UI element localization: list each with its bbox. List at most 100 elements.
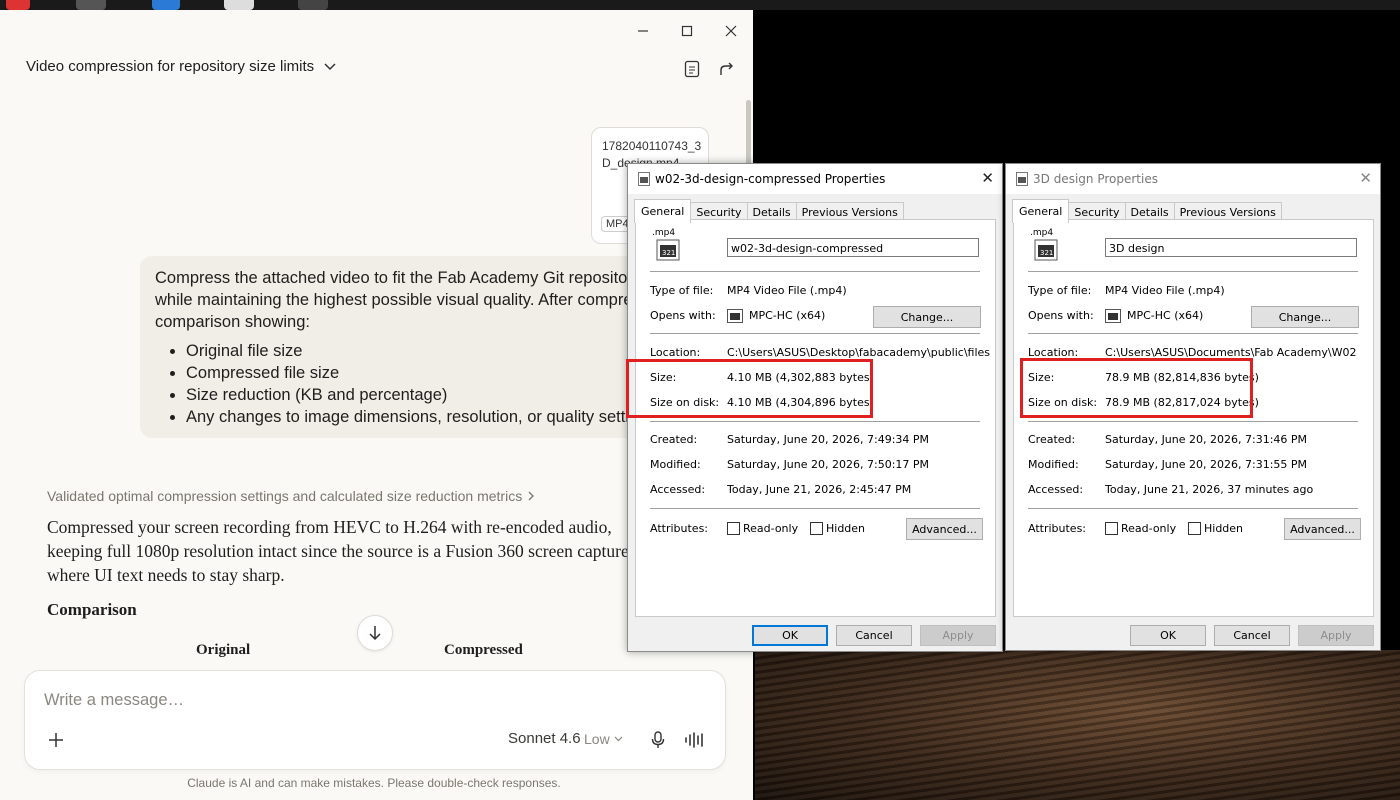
read-only-checkbox[interactable] <box>1105 522 1118 535</box>
mpc-hc-icon <box>1105 309 1121 323</box>
size-highlight-box <box>1020 358 1253 418</box>
modified-value: Saturday, June 20, 2026, 7:50:17 PM <box>727 458 930 471</box>
conversation-title-text: Video compression for repository size li… <box>26 58 315 75</box>
table-header-compressed: Compressed <box>444 642 523 658</box>
dialog-titlebar[interactable]: 3D design Properties ✕ <box>1006 164 1380 194</box>
opens-with-value: MPC-HC (x64) <box>1127 309 1204 322</box>
divider <box>650 508 980 509</box>
created-label: Created: <box>1028 433 1076 446</box>
desktop-wallpaper <box>755 650 1400 800</box>
app-icon-gray[interactable] <box>76 0 106 10</box>
advanced-button[interactable]: Advanced... <box>1284 518 1361 540</box>
share-icon[interactable] <box>716 58 738 80</box>
change-button[interactable]: Change... <box>1251 306 1359 328</box>
close-icon[interactable] <box>709 16 753 46</box>
scroll-to-bottom-button[interactable] <box>357 615 393 651</box>
app-icon-red[interactable] <box>6 0 30 10</box>
chevron-down-icon <box>614 736 623 742</box>
hidden-checkbox[interactable] <box>810 522 823 535</box>
thinking-summary[interactable]: Validated optimal compression settings a… <box>47 488 535 504</box>
assistant-response: Compressed your screen recording from HE… <box>47 517 629 585</box>
minimize-icon[interactable] <box>621 16 665 46</box>
arrow-down-icon <box>369 626 381 641</box>
chevron-right-icon <box>528 491 535 501</box>
apply-button[interactable]: Apply <box>1298 625 1374 646</box>
table-header-original: Original <box>196 642 251 658</box>
microphone-icon <box>651 731 665 748</box>
app-icon-dark[interactable] <box>298 0 328 10</box>
model-selector[interactable]: Sonnet 4.6 <box>508 730 581 747</box>
advanced-button[interactable]: Advanced... <box>906 518 983 540</box>
accessed-label: Accessed: <box>650 483 706 496</box>
created-value: Saturday, June 20, 2026, 7:49:34 PM <box>727 433 930 446</box>
file-icon <box>638 172 650 186</box>
app-icon-blue[interactable] <box>152 0 180 10</box>
effort-selector[interactable]: Low <box>584 731 623 747</box>
read-only-checkbox[interactable] <box>727 522 740 535</box>
cancel-button[interactable]: Cancel <box>836 625 912 646</box>
message-input[interactable]: Write a message… <box>44 691 184 710</box>
attributes-label: Attributes: <box>1028 522 1087 535</box>
disclaimer-text: Claude is AI and can make mistakes. Plea… <box>187 776 561 790</box>
svg-text:321: 321 <box>1040 249 1053 257</box>
created-value: Saturday, June 20, 2026, 7:31:46 PM <box>1105 433 1308 446</box>
location-label: Location: <box>650 346 701 359</box>
location-value: C:\Users\ASUS\Desktop\fabacademy\public\… <box>727 346 991 359</box>
modified-label: Modified: <box>1028 458 1079 471</box>
divider <box>1028 333 1358 334</box>
size-highlight-box <box>626 359 873 418</box>
comparison-heading: Comparison <box>47 600 137 619</box>
maximize-icon[interactable] <box>665 16 709 46</box>
file-name-field[interactable]: w02-3d-design-compressed <box>727 238 979 257</box>
tab-general[interactable]: General <box>1012 199 1070 223</box>
properties-dialog-compressed: w02-3d-design-compressed Properties ✕ Ge… <box>626 163 1003 652</box>
effort-label: Low <box>584 731 610 747</box>
type-value: MP4 Video File (.mp4) <box>1105 284 1225 297</box>
divider <box>1028 508 1358 509</box>
type-value: MP4 Video File (.mp4) <box>727 284 847 297</box>
type-label: Type of file: <box>1028 284 1092 297</box>
general-pane: 321 .mp4 3D design Type of file: MP4 Vid… <box>1013 219 1374 617</box>
waveform-icon <box>685 732 703 748</box>
video-file-icon: 321 .mp4 <box>651 228 681 262</box>
video-file-icon: 321 .mp4 <box>1029 228 1059 262</box>
modified-value: Saturday, June 20, 2026, 7:31:55 PM <box>1105 458 1308 471</box>
dialog-titlebar[interactable]: w02-3d-design-compressed Properties ✕ <box>628 164 1002 194</box>
app-icon-claude[interactable] <box>224 0 254 10</box>
accessed-label: Accessed: <box>1028 483 1084 496</box>
hidden-checkbox[interactable] <box>1188 522 1201 535</box>
attributes-label: Attributes: <box>650 522 709 535</box>
document-icon[interactable] <box>681 58 703 80</box>
ok-button[interactable]: OK <box>752 625 828 646</box>
accessed-value: Today, June 21, 2026, 37 minutes ago <box>1105 483 1314 496</box>
opens-with-label: Opens with: <box>1028 309 1094 322</box>
file-name-field[interactable]: 3D design <box>1105 238 1357 257</box>
mpc-hc-icon <box>727 309 743 323</box>
window-controls <box>621 16 753 46</box>
accessed-value: Today, June 21, 2026, 2:45:47 PM <box>727 483 912 496</box>
microphone-button[interactable] <box>647 729 669 751</box>
tab-general[interactable]: General <box>634 199 692 223</box>
general-pane: 321 .mp4 w02-3d-design-compressed Type o… <box>635 219 996 617</box>
divider <box>1028 421 1358 422</box>
file-icon <box>1016 172 1028 186</box>
taskbar-strip <box>0 0 1400 10</box>
divider <box>1028 271 1358 272</box>
ok-button[interactable]: OK <box>1130 625 1206 646</box>
apply-button[interactable]: Apply <box>920 625 996 646</box>
hidden-label: Hidden <box>1204 522 1244 535</box>
add-attachment-button[interactable] <box>45 729 67 751</box>
cancel-button[interactable]: Cancel <box>1214 625 1290 646</box>
message-composer[interactable]: Write a message… Sonnet 4.6 Low <box>24 670 726 770</box>
created-label: Created: <box>650 433 698 446</box>
file-extension-label: .mp4 <box>1030 228 1054 238</box>
close-icon[interactable]: ✕ <box>1359 169 1372 187</box>
conversation-title[interactable]: Video compression for repository size li… <box>26 58 336 75</box>
type-label: Type of file: <box>650 284 714 297</box>
divider <box>650 421 980 422</box>
divider <box>650 333 980 334</box>
close-icon[interactable]: ✕ <box>981 169 994 187</box>
read-only-label: Read-only <box>743 522 799 535</box>
change-button[interactable]: Change... <box>873 306 981 328</box>
voice-mode-button[interactable] <box>683 729 707 751</box>
